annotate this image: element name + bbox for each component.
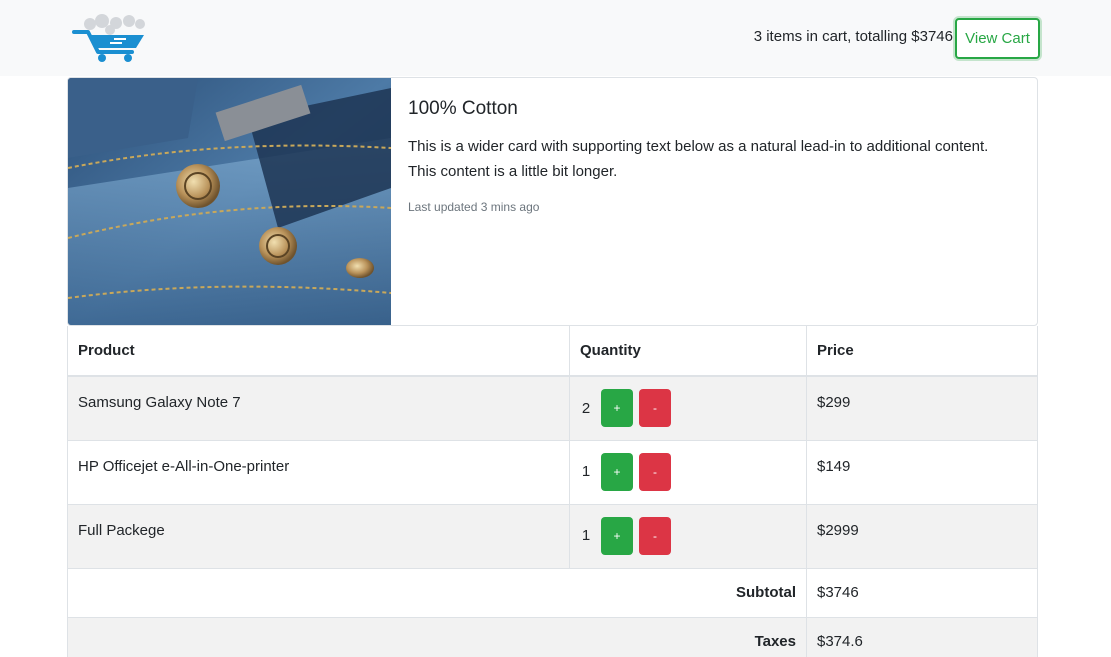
top-navbar: 3 items in cart, totalling $3746 View Ca… xyxy=(0,0,1111,76)
increase-quantity-button[interactable]: + xyxy=(601,452,633,491)
header-product: Product xyxy=(67,326,570,377)
table-row: Samsung Galaxy Note 7 2 + - $299 xyxy=(67,375,1038,440)
table-header-row: Product Quantity Price xyxy=(67,326,1038,377)
increase-quantity-button[interactable]: + xyxy=(601,389,633,427)
header-price: Price xyxy=(806,326,1038,377)
card-body: 100% Cotton This is a wider card with su… xyxy=(408,98,1008,214)
quantity-value: 2 xyxy=(581,399,591,417)
table-row: HP Officejet e-All-in-One-printer 1 + - … xyxy=(67,439,1038,504)
quantity-value: 1 xyxy=(581,527,591,544)
cart-table: Product Quantity Price Samsung Galaxy No… xyxy=(67,326,1038,657)
card-title: 100% Cotton xyxy=(408,98,518,119)
quantity-cell: 1 + - xyxy=(569,503,807,568)
product-price: $2999 xyxy=(806,503,1038,568)
taxes-row: Taxes $374.6 xyxy=(67,616,1038,657)
taxes-label: Taxes xyxy=(67,616,807,657)
quantity-cell: 1 + - xyxy=(569,439,807,504)
product-name: Samsung Galaxy Note 7 xyxy=(67,375,570,440)
card-text: This is a wider card with supporting tex… xyxy=(408,138,989,180)
product-price: $299 xyxy=(806,375,1038,440)
shopping-cart-logo-icon[interactable] xyxy=(72,14,150,64)
decrease-quantity-button[interactable]: - xyxy=(639,516,671,555)
product-card: 100% Cotton This is a wider card with su… xyxy=(67,77,1038,326)
header-quantity: Quantity xyxy=(569,326,807,377)
subtotal-label: Subtotal xyxy=(67,567,807,617)
subtotal-value: $3746 xyxy=(806,567,1038,617)
decrease-quantity-button[interactable]: - xyxy=(639,389,671,427)
table-row: Full Packege 1 + - $2999 xyxy=(67,503,1038,568)
product-price: $149 xyxy=(806,439,1038,504)
product-name: Full Packege xyxy=(67,503,570,568)
denim-jeans-image xyxy=(68,78,391,325)
subtotal-row: Subtotal $3746 xyxy=(67,567,1038,617)
increase-quantity-button[interactable]: + xyxy=(601,516,633,555)
taxes-value: $374.6 xyxy=(806,616,1038,657)
quantity-value: 1 xyxy=(581,463,591,480)
view-cart-button[interactable]: View Cart xyxy=(955,18,1040,59)
cart-summary-text: 3 items in cart, totalling $3746 xyxy=(753,28,953,45)
decrease-quantity-button[interactable]: - xyxy=(639,452,671,491)
last-updated-text: Last updated 3 mins ago xyxy=(408,200,540,214)
product-name: HP Officejet e-All-in-One-printer xyxy=(67,439,570,504)
quantity-cell: 2 + - xyxy=(569,375,807,440)
